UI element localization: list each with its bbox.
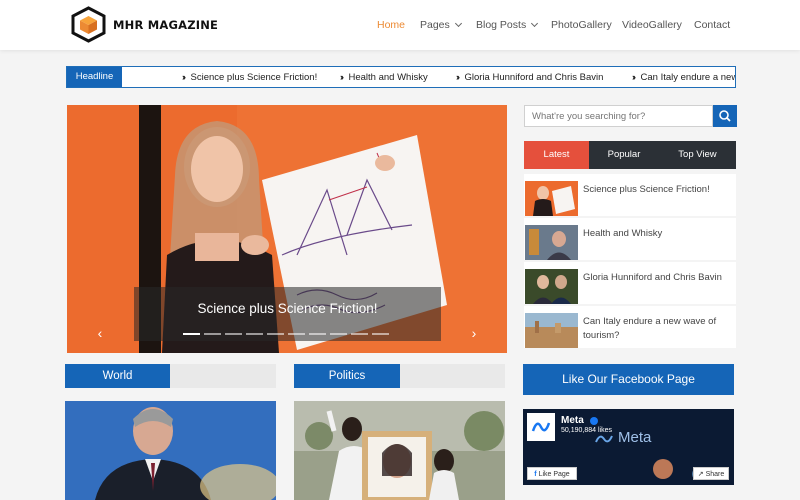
nav-pages[interactable]: Pages — [420, 19, 462, 31]
chevron-down-icon — [454, 19, 462, 28]
chevron-left-icon[interactable]: ‹ — [94, 326, 106, 340]
site-name: MHR MAGAZINE — [113, 17, 219, 32]
like-page-label: Like Page — [538, 471, 570, 478]
like-page-button[interactable]: f Like Page — [527, 467, 577, 480]
news-thumbnail — [525, 225, 578, 260]
nav-contact[interactable]: Contact — [694, 19, 730, 31]
slider-dot[interactable] — [288, 333, 305, 335]
tab-top-view[interactable]: Top View — [659, 141, 736, 169]
share-icon: ↗ — [697, 471, 706, 478]
news-thumbnail — [525, 313, 578, 348]
sidebar-tabs: Latest Popular Top View — [524, 141, 736, 169]
news-title: Science plus Science Friction! — [583, 184, 710, 195]
politics-article-image[interactable] — [294, 401, 505, 500]
double-chevron-right-icon: ›› — [632, 72, 636, 82]
search-bar — [524, 105, 737, 127]
list-item[interactable]: Health and Whisky — [524, 218, 736, 260]
list-item[interactable]: Can Italy endure a new wave of tourism? — [524, 306, 736, 348]
slider-dot[interactable] — [351, 333, 368, 335]
ticker-item-text: Can Italy endure a new wave of tourism? — [640, 72, 736, 83]
slider-dot[interactable] — [267, 333, 284, 335]
list-item[interactable]: Gloria Hunniford and Chris Bavin — [524, 262, 736, 304]
tab-latest[interactable]: Latest — [524, 141, 589, 169]
slide-caption-text: Science plus Science Friction! — [197, 301, 378, 316]
ticker-item-text: Science plus Science Friction! — [190, 72, 318, 83]
slider-dot[interactable] — [309, 333, 326, 335]
search-icon — [719, 110, 731, 122]
news-title: Health and Whisky — [583, 228, 663, 239]
list-item[interactable]: Science plus Science Friction! — [524, 174, 736, 216]
cube-logo-icon — [70, 6, 107, 43]
share-button[interactable]: ↗ Share — [693, 467, 729, 480]
ticker-label: Headline — [67, 67, 122, 87]
double-chevron-right-icon: ›› — [456, 72, 460, 82]
headline-ticker: Headline ›› Science plus Science Frictio… — [66, 66, 736, 88]
ticker-item[interactable]: ›› Gloria Hunniford and Chris Bavin — [456, 67, 604, 87]
search-input[interactable] — [524, 105, 713, 127]
facebook-heading: Like Our Facebook Page — [523, 364, 734, 395]
search-button[interactable] — [713, 105, 737, 127]
slider-dot[interactable] — [204, 333, 221, 335]
world-section-header: World — [65, 364, 276, 388]
ticker-item[interactable]: ›› Can Italy endure a new wave of touris… — [632, 67, 736, 87]
news-thumbnail — [525, 269, 578, 304]
facebook-page-name[interactable]: Meta — [561, 415, 584, 426]
slider-dot[interactable] — [246, 333, 263, 335]
chevron-down-icon — [531, 19, 539, 28]
nav-blog-posts[interactable]: Blog Posts — [476, 19, 539, 31]
slider-dot[interactable] — [183, 333, 200, 335]
site-logo[interactable]: MHR MAGAZINE — [70, 6, 218, 43]
news-title: Can Italy endure a new wave of tourism? — [583, 316, 717, 341]
share-label: Share — [705, 471, 725, 478]
tab-popular[interactable]: Popular — [589, 141, 659, 169]
double-chevron-right-icon: ›› — [340, 72, 344, 82]
ticker-item-text: Health and Whisky — [348, 72, 428, 83]
politics-section-label[interactable]: Politics — [294, 364, 400, 388]
slider-dot[interactable] — [372, 333, 389, 335]
ticker-item-text: Gloria Hunniford and Chris Bavin — [464, 72, 604, 83]
slider-dots — [183, 333, 389, 335]
nav-home[interactable]: Home — [377, 19, 405, 31]
world-section-label[interactable]: World — [65, 364, 170, 388]
slider-dot[interactable] — [330, 333, 347, 335]
nav-blog-posts-label: Blog Posts — [476, 19, 527, 31]
facebook-page-widget[interactable]: Meta 50,190,884 likes Meta f Like Page ↗… — [523, 409, 734, 485]
ticker-item[interactable]: ›› Science plus Science Friction! — [182, 67, 318, 87]
facebook-likes: 50,190,884 likes — [561, 427, 612, 434]
politics-section-header: Politics — [294, 364, 505, 388]
nav-photogallery[interactable]: PhotoGallery — [551, 19, 612, 31]
nav-videogallery[interactable]: VideoGallery — [622, 19, 682, 31]
slider-dot[interactable] — [225, 333, 242, 335]
site-header: MHR MAGAZINE Home Pages Blog Posts Photo… — [0, 0, 800, 50]
chevron-right-icon[interactable]: › — [468, 326, 480, 340]
facebook-cover-wordmark: Meta — [618, 429, 652, 446]
ticker-item[interactable]: ›› Health and Whisky — [340, 67, 428, 87]
news-title: Gloria Hunniford and Chris Bavin — [583, 272, 722, 283]
news-thumbnail — [525, 181, 578, 216]
nav-pages-label: Pages — [420, 19, 450, 31]
world-article-image[interactable] — [65, 401, 276, 500]
double-chevron-right-icon: ›› — [182, 72, 186, 82]
